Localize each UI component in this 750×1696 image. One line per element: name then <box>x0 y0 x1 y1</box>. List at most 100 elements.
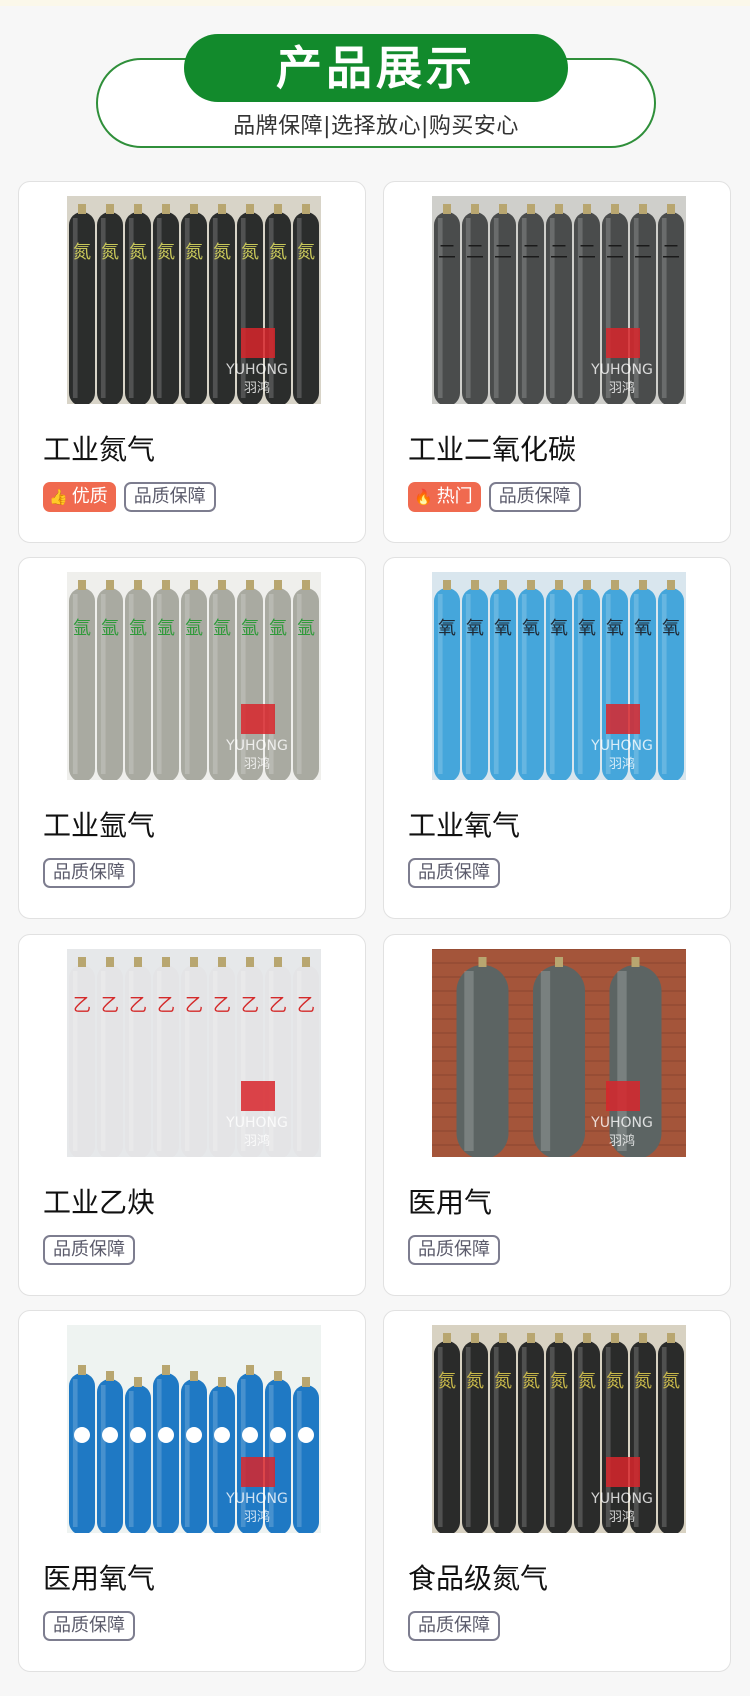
product-photo: 氮氮氮氮氮氮氮氮氮 YUHONG 羽鸿 <box>67 196 321 404</box>
svg-text:乙: 乙 <box>101 995 119 1016</box>
watermark-en: YUHONG <box>590 1491 653 1507</box>
product-photo: 乙乙乙乙乙乙乙乙乙 YUHONG 羽鸿 <box>67 949 321 1157</box>
svg-text:氧: 氧 <box>522 618 540 639</box>
svg-text:乙: 乙 <box>129 995 147 1016</box>
cylinder <box>153 1373 179 1533</box>
cylinder <box>462 588 488 780</box>
svg-text:乙: 乙 <box>297 995 315 1016</box>
svg-text:氮: 氮 <box>438 1371 456 1392</box>
cylinder <box>125 212 151 404</box>
svg-text:氩: 氩 <box>213 618 231 639</box>
svg-text:氮: 氮 <box>494 1371 512 1392</box>
svg-text:氮: 氮 <box>101 242 119 263</box>
cylinder <box>490 588 516 780</box>
svg-text:氧: 氧 <box>466 618 484 639</box>
watermark-cn: 羽鸿 <box>244 380 270 396</box>
product-card-industrial-argon[interactable]: 氩氩氩氩氩氩氩氩氩 YUHONG 羽鸿 工业氩气 品质保障 <box>18 557 366 919</box>
product-photo: 二二二二二二二二二 YUHONG 羽鸿 <box>432 196 686 404</box>
svg-text:氩: 氩 <box>297 618 315 639</box>
svg-text:氮: 氮 <box>466 1371 484 1392</box>
cylinder <box>181 212 207 404</box>
cylinder-photo-svg: YUHONG 羽鸿 <box>67 1325 321 1533</box>
product-card-industrial-acetylene[interactable]: 乙乙乙乙乙乙乙乙乙 YUHONG 羽鸿 工业乙炔 品质保障 <box>18 934 366 1296</box>
brand-logo-mark <box>241 1081 275 1111</box>
product-photo: 氮氮氮氮氮氮氮氮氮 YUHONG 羽鸿 <box>432 1325 686 1533</box>
section-title: 产品展示 <box>276 41 476 95</box>
product-name: 工业乙炔 <box>43 1186 156 1219</box>
svg-text:氩: 氩 <box>269 618 287 639</box>
product-name: 医用氧气 <box>43 1562 156 1595</box>
product-card-medical-oxygen[interactable]: YUHONG 羽鸿 医用氧气 品质保障 <box>18 1310 366 1672</box>
cylinder <box>462 1341 488 1533</box>
cylinder <box>434 1341 460 1533</box>
watermark-cn: 羽鸿 <box>244 1133 270 1149</box>
svg-text:氧: 氧 <box>662 618 680 639</box>
svg-text:二: 二 <box>522 242 540 263</box>
svg-text:二: 二 <box>438 242 456 263</box>
cylinder <box>153 212 179 404</box>
product-card-industrial-co2[interactable]: 二二二二二二二二二 YUHONG 羽鸿 工业二氧化碳 🔥 热门 品质保障 <box>383 181 731 543</box>
quality-badge: 👍 优质 <box>43 482 116 512</box>
svg-text:氮: 氮 <box>550 1371 568 1392</box>
hot-badge-label: 热门 <box>436 486 473 507</box>
watermark-cn: 羽鸿 <box>609 1133 635 1149</box>
cylinder-photo-svg: 乙乙乙乙乙乙乙乙乙YUHONG羽鸿 <box>67 949 321 1157</box>
svg-text:氧: 氧 <box>578 618 596 639</box>
watermark-cn: 羽鸿 <box>609 756 635 772</box>
svg-text:二: 二 <box>466 242 484 263</box>
svg-text:乙: 乙 <box>269 995 287 1016</box>
watermark-en: YUHONG <box>590 1115 653 1131</box>
product-card-medical-gas[interactable]: YUHONG 羽鸿 医用气 品质保障 <box>383 934 731 1296</box>
svg-text:氮: 氮 <box>129 242 147 263</box>
watermark-cn: 羽鸿 <box>609 380 635 396</box>
cylinder-photo-svg: 氧氧氧氧氧氧氧氧氧YUHONG羽鸿 <box>432 572 686 780</box>
cylinder <box>181 965 207 1157</box>
brand-logo-mark <box>606 1457 640 1487</box>
svg-text:乙: 乙 <box>185 995 203 1016</box>
product-card-food-grade-nitrogen[interactable]: 氮氮氮氮氮氮氮氮氮 YUHONG 羽鸿 食品级氮气 品质保障 <box>383 1310 731 1672</box>
svg-text:氧: 氧 <box>606 618 624 639</box>
watermark-cn: 羽鸿 <box>244 756 270 772</box>
quality-guarantee-tag: 品质保障 <box>43 1611 135 1641</box>
svg-text:氮: 氮 <box>269 242 287 263</box>
cylinder <box>153 965 179 1157</box>
cylinder-photo-svg: 氮氮氮氮氮氮氮氮氮YUHONG羽鸿 <box>432 1325 686 1533</box>
cylinder <box>456 965 509 1157</box>
cylinder-photo-svg: 氩氩氩氩氩氩氩氩氩YUHONG羽鸿 <box>67 572 321 780</box>
product-card-industrial-nitrogen[interactable]: 氮氮氮氮氮氮氮氮氮 YUHONG 羽鸿 工业氮气 👍 优质 品质保障 <box>18 181 366 543</box>
brand-logo-mark <box>241 704 275 734</box>
product-photo: YUHONG 羽鸿 <box>432 949 686 1157</box>
product-name: 食品级氮气 <box>408 1562 549 1595</box>
svg-text:乙: 乙 <box>157 995 175 1016</box>
hot-badge: 🔥 热门 <box>408 482 481 512</box>
watermark-en: YUHONG <box>590 362 653 378</box>
svg-text:二: 二 <box>550 242 568 263</box>
product-photo: YUHONG 羽鸿 <box>67 1325 321 1533</box>
cylinder-photo-svg: YUHONG 羽鸿 <box>432 949 686 1157</box>
quality-guarantee-tag: 品质保障 <box>43 1235 135 1265</box>
brand-logo-mark <box>241 1457 275 1487</box>
section-title-pill: 产品展示 <box>184 34 568 102</box>
brand-logo-mark <box>241 328 275 358</box>
product-card-industrial-oxygen[interactable]: 氧氧氧氧氧氧氧氧氧 YUHONG 羽鸿 工业氧气 品质保障 <box>383 557 731 919</box>
svg-text:乙: 乙 <box>213 995 231 1016</box>
watermark-en: YUHONG <box>590 738 653 754</box>
svg-text:氮: 氮 <box>297 242 315 263</box>
brand-logo-mark <box>606 704 640 734</box>
thumbs-up-icon: 👍 <box>49 487 68 506</box>
svg-text:氩: 氩 <box>157 618 175 639</box>
svg-text:氧: 氧 <box>438 618 456 639</box>
product-name: 工业氧气 <box>408 809 521 842</box>
quality-guarantee-tag: 品质保障 <box>123 482 216 512</box>
svg-text:氮: 氮 <box>241 242 259 263</box>
brand-logo-mark <box>606 328 640 358</box>
cylinder <box>490 212 516 404</box>
cylinder <box>125 588 151 780</box>
svg-text:氩: 氩 <box>241 618 259 639</box>
svg-text:二: 二 <box>606 242 624 263</box>
cylinder-photo-svg: 二二二二二二二二二YUHONG羽鸿 <box>432 196 686 404</box>
product-photo: 氩氩氩氩氩氩氩氩氩 YUHONG 羽鸿 <box>67 572 321 780</box>
quality-guarantee-tag: 品质保障 <box>43 858 135 888</box>
quality-guarantee-tag: 品质保障 <box>408 1235 500 1265</box>
cylinder <box>153 588 179 780</box>
